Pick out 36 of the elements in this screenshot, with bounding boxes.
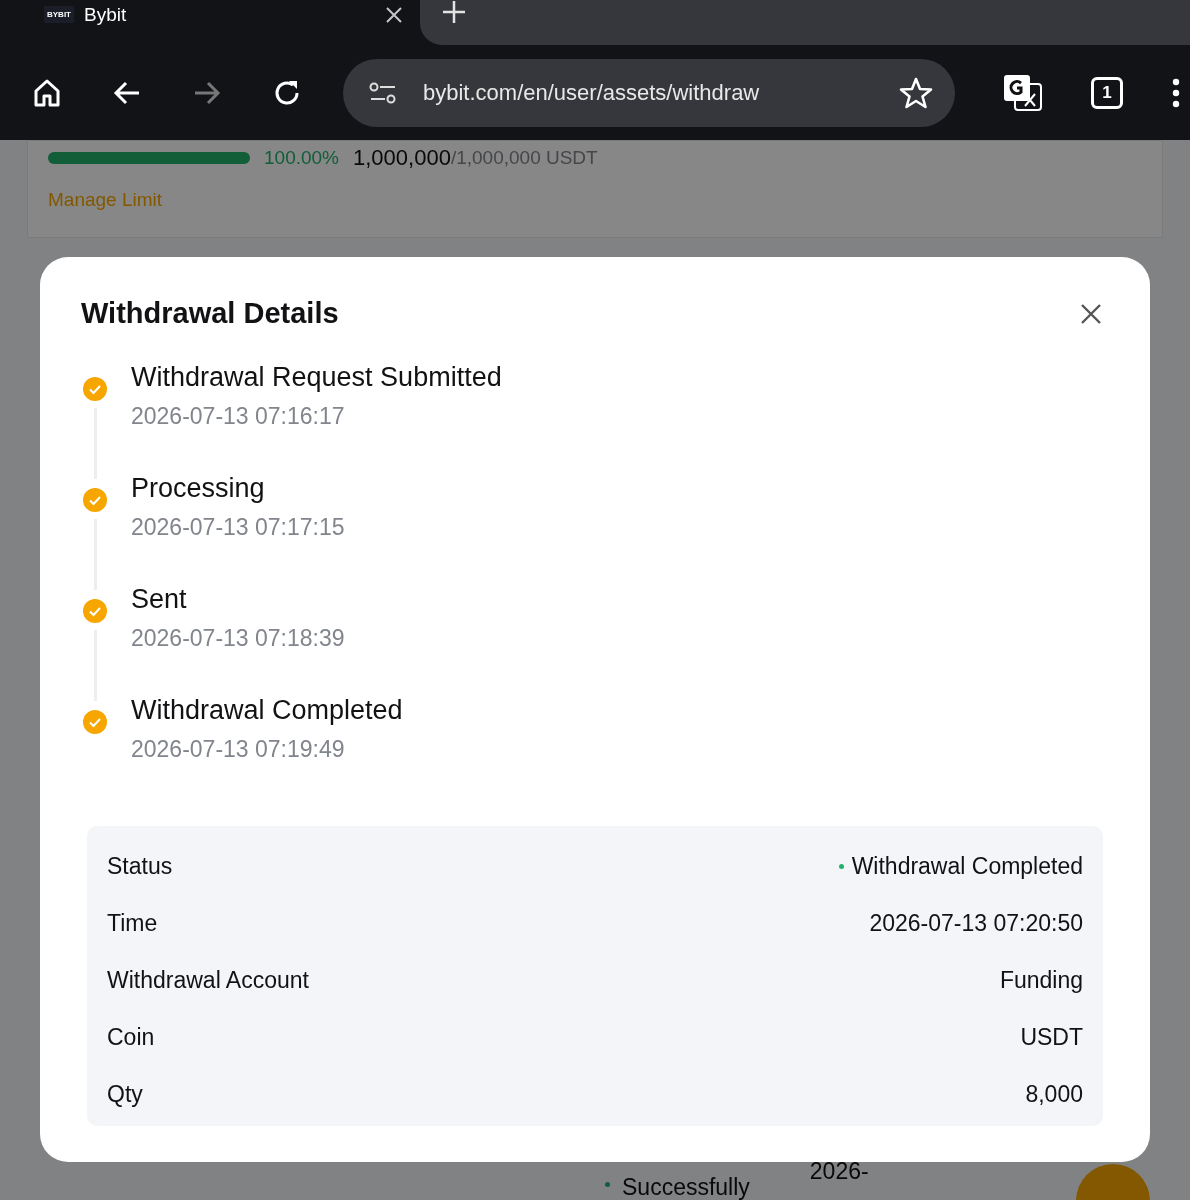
limit-percent: 100.00% bbox=[264, 147, 339, 169]
close-icon[interactable] bbox=[384, 4, 404, 25]
limit-used: 1,000,000 bbox=[353, 145, 451, 171]
dialog-title: Withdrawal Details bbox=[81, 297, 339, 330]
site-settings-icon[interactable] bbox=[369, 80, 397, 105]
detail-value: Funding bbox=[999, 967, 1083, 994]
address-bar[interactable]: bybit.com/en/user/assets/withdraw bbox=[343, 58, 955, 127]
bookmark-star-icon[interactable] bbox=[899, 75, 933, 110]
detail-label: Coin bbox=[107, 1024, 155, 1051]
detail-value: Withdrawal Completed bbox=[851, 853, 1083, 880]
favicon-icon: BYBIT bbox=[44, 6, 74, 23]
tab-title: Bybit bbox=[84, 3, 128, 26]
translate-icon[interactable] bbox=[1003, 73, 1043, 112]
tab-count-button[interactable]: 1 bbox=[1091, 76, 1123, 109]
step-time: 2026-07-13 07:18:39 bbox=[131, 625, 345, 652]
status-text: Successfully bbox=[622, 1174, 750, 1200]
step-time: 2026-07-13 07:17:15 bbox=[131, 514, 345, 541]
detail-value: 8,000 bbox=[1025, 1081, 1083, 1108]
date-text: 2026- bbox=[809, 1158, 869, 1185]
detail-label: Qty bbox=[107, 1081, 143, 1108]
step-label: Processing bbox=[131, 473, 266, 504]
step-label: Withdrawal Request Submitted bbox=[131, 362, 502, 393]
url-text: bybit.com/en/user/assets/withdraw bbox=[423, 79, 761, 106]
detail-label: Status bbox=[107, 853, 173, 880]
detail-label: Time bbox=[107, 910, 158, 937]
detail-value: 2026-07-13 07:20:50 bbox=[869, 910, 1083, 937]
step-label: Sent bbox=[131, 584, 188, 615]
close-icon[interactable] bbox=[1079, 301, 1103, 326]
limit-total: /1,000,000 USDT bbox=[450, 147, 598, 169]
step-time: 2026-07-13 07:16:17 bbox=[131, 403, 346, 430]
plus-icon[interactable] bbox=[442, 0, 466, 24]
step-time: 2026-07-13 07:19:49 bbox=[131, 736, 346, 763]
step-label: Withdrawal Completed bbox=[131, 695, 403, 726]
detail-label: Withdrawal Account bbox=[107, 967, 309, 994]
menu-icon[interactable] bbox=[1171, 77, 1181, 108]
detail-value: USDT bbox=[1020, 1024, 1083, 1051]
